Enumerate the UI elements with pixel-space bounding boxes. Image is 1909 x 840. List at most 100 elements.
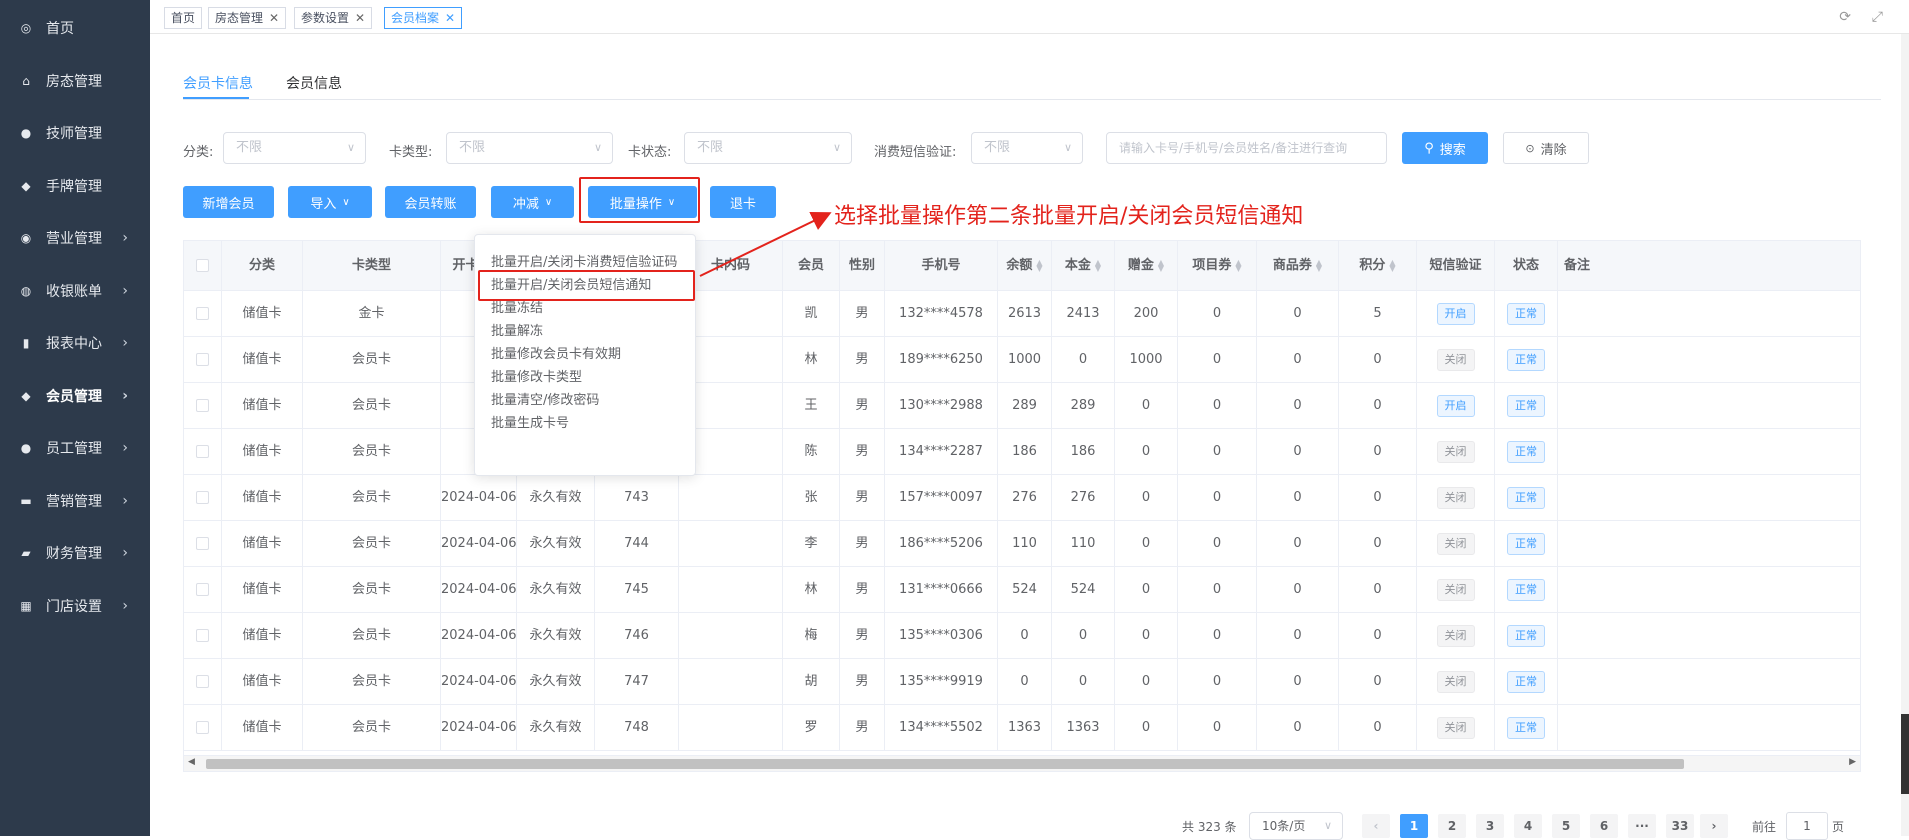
sort-icon[interactable]: ▲ ▼	[1095, 258, 1101, 272]
sms-verify-badge[interactable]: 开启	[1436, 394, 1475, 417]
page-number-button[interactable]: 5	[1552, 814, 1580, 838]
row-checkbox[interactable]	[184, 383, 222, 429]
table-row[interactable]: 储值卡 会员卡 2024-04-06 永久有效 746 梅男 135****0306 0 0 0 0…	[184, 613, 1860, 659]
member-transfer-button[interactable]: 会员转账	[385, 186, 476, 218]
close-icon[interactable]: ✕	[445, 8, 455, 28]
table-row[interactable]: 储值卡会员卡742陈男134****22871861860000关闭正常	[184, 429, 1860, 475]
sms-verify-badge[interactable]: 关闭	[1436, 624, 1475, 647]
vertical-scrollbar[interactable]	[1901, 34, 1909, 836]
table-row[interactable]: 储值卡 会员卡 2024-04-06 永久有效 747 胡男 135****9919 0 0 0 0…	[184, 659, 1860, 705]
sidebar-item[interactable]: ▮ 报表中心 ›	[0, 317, 150, 370]
sms-verify-badge[interactable]: 开启	[1436, 302, 1475, 325]
row-checkbox[interactable]	[184, 613, 222, 659]
row-checkbox[interactable]	[184, 521, 222, 567]
horizontal-scrollbar[interactable]: ◀ ▶	[183, 755, 1861, 772]
search-input[interactable]: 请输入卡号/手机号/会员姓名/备注进行查询	[1106, 132, 1387, 164]
table-row[interactable]: 储值卡金卡112凯男132****457826132413200005开启正常	[184, 291, 1860, 337]
batch-menu-item[interactable]: 批量解冻	[491, 320, 543, 339]
sms-verify-badge[interactable]: 关闭	[1436, 670, 1475, 693]
home-icon: ⌂	[22, 73, 30, 88]
sort-icon[interactable]: ▲ ▼	[1389, 258, 1395, 272]
tab-member-info[interactable]: 会员信息	[286, 73, 342, 93]
search-button[interactable]: ⚲ 搜索	[1402, 132, 1488, 164]
sms-verify-badge[interactable]: 关闭	[1436, 486, 1475, 509]
row-checkbox[interactable]	[184, 705, 222, 751]
sidebar-item[interactable]: ● 技师管理	[0, 107, 150, 160]
batch-menu-item[interactable]: 批量修改会员卡有效期	[491, 343, 621, 362]
tag-room-status[interactable]: 房态管理 ✕	[208, 7, 287, 29]
sort-icon[interactable]: ▲ ▼	[1316, 258, 1322, 272]
sidebar-item[interactable]: ▦ 门店设置 ›	[0, 580, 150, 633]
sort-icon[interactable]: ▲ ▼	[1235, 258, 1241, 272]
sidebar-item[interactable]: ◆ 手牌管理	[0, 160, 150, 213]
sms-verify-select[interactable]: 不限 ∨	[971, 132, 1083, 164]
sidebar-item[interactable]: ◍ 收银账单 ›	[0, 265, 150, 318]
table-row[interactable]: 储值卡 会员卡 2024-04-06 永久有效 744 李男 186****5206 110 1…	[184, 521, 1860, 567]
scroll-right-icon[interactable]: ▶	[1849, 757, 1856, 767]
close-icon[interactable]: ✕	[355, 8, 365, 28]
status-badge: 正常	[1507, 716, 1545, 739]
clear-button[interactable]: ⊙ 清除	[1503, 132, 1589, 164]
more-pages-button[interactable]: ···	[1628, 814, 1656, 838]
fullscreen-icon[interactable]: ⤢	[1872, 9, 1883, 25]
sidebar-item[interactable]: ▬ 营销管理 ›	[0, 475, 150, 528]
row-checkbox[interactable]	[184, 337, 222, 383]
sidebar-item[interactable]: ▰ 财务管理 ›	[0, 527, 150, 580]
scrollbar-thumb[interactable]	[1901, 714, 1909, 794]
card-status-select[interactable]: 不限 ∨	[684, 132, 852, 164]
refresh-icon[interactable]: ⟳	[1839, 9, 1851, 25]
sms-verify-badge[interactable]: 关闭	[1436, 440, 1475, 463]
cell-phone: 130****2988	[885, 383, 998, 429]
table-row[interactable]: 储值卡会员卡740林男189****6250100001000000关闭正常	[184, 337, 1860, 383]
next-page-button[interactable]: ›	[1700, 814, 1728, 838]
batch-menu-item[interactable]: 批量清空/修改密码	[491, 389, 599, 408]
sms-verify-badge[interactable]: 关闭	[1436, 348, 1475, 371]
refund-card-button[interactable]: 退卡	[710, 186, 776, 218]
sidebar-item[interactable]: ◉ 营业管理 ›	[0, 212, 150, 265]
sidebar-item[interactable]: ◎ 首页	[0, 2, 150, 55]
table-row[interactable]: 储值卡 会员卡 2024-04-06 永久有效 745 林男 131****0666 524 5…	[184, 567, 1860, 613]
page-number-button[interactable]: 4	[1514, 814, 1542, 838]
sidebar-item[interactable]: ◆ 会员管理 ›	[0, 370, 150, 423]
sidebar-item[interactable]: ⌂ 房态管理	[0, 55, 150, 108]
offset-button[interactable]: 冲减 ∨	[491, 186, 574, 218]
sms-verify-badge[interactable]: 关闭	[1436, 578, 1475, 601]
tag-param-settings[interactable]: 参数设置 ✕	[294, 7, 373, 29]
add-member-button[interactable]: 新增会员	[183, 186, 274, 218]
select-all-checkbox[interactable]	[184, 241, 222, 291]
page-number-button[interactable]: 33	[1666, 814, 1694, 838]
close-icon[interactable]: ✕	[269, 8, 279, 28]
table-row[interactable]: 储值卡 会员卡 2024-04-06 永久有效 748 罗男 134****5502 1363…	[184, 705, 1860, 751]
table-row[interactable]: 储值卡会员卡741王男130****29882892890000开启正常	[184, 383, 1860, 429]
row-checkbox[interactable]	[184, 567, 222, 613]
batch-menu-item[interactable]: 批量修改卡类型	[491, 366, 582, 385]
sms-verify-badge[interactable]: 关闭	[1436, 532, 1475, 555]
batch-menu-item[interactable]: 批量生成卡号	[491, 412, 569, 431]
table-row[interactable]: 储值卡 会员卡 2024-04-06 永久有效 743 张男 157****0097 276 2…	[184, 475, 1860, 521]
row-checkbox[interactable]	[184, 291, 222, 337]
row-checkbox[interactable]	[184, 659, 222, 705]
category-select[interactable]: 不限 ∨	[223, 132, 366, 164]
page-number-button[interactable]: 3	[1476, 814, 1504, 838]
page-number-button[interactable]: 6	[1590, 814, 1618, 838]
prev-page-button[interactable]: ‹	[1362, 814, 1390, 838]
tag-member-archive[interactable]: 会员档案 ✕	[384, 7, 463, 29]
page-number-button[interactable]: 1	[1400, 814, 1428, 838]
scroll-left-icon[interactable]: ◀	[188, 757, 195, 767]
sidebar-item[interactable]: ● 员工管理 ›	[0, 422, 150, 475]
batch-menu-item[interactable]: 批量开启/关闭卡消费短信验证码	[491, 251, 677, 270]
tab-card-info[interactable]: 会员卡信息	[183, 73, 253, 93]
sms-verify-badge[interactable]: 关闭	[1436, 716, 1475, 739]
note-cell	[1558, 475, 1860, 521]
row-checkbox[interactable]	[184, 429, 222, 475]
column-header: 性别	[840, 241, 885, 291]
row-checkbox[interactable]	[184, 475, 222, 521]
page-number-button[interactable]: 2	[1438, 814, 1466, 838]
sort-icon[interactable]: ▲ ▼	[1036, 258, 1042, 272]
card-type-select[interactable]: 不限 ∨	[446, 132, 613, 164]
cell-phone: 131****0666	[885, 567, 998, 613]
import-button[interactable]: 导入 ∨	[288, 186, 372, 218]
scrollbar-thumb[interactable]	[206, 759, 1684, 769]
sort-icon[interactable]: ▲ ▼	[1158, 258, 1164, 272]
tag-home[interactable]: 首页	[164, 7, 203, 29]
